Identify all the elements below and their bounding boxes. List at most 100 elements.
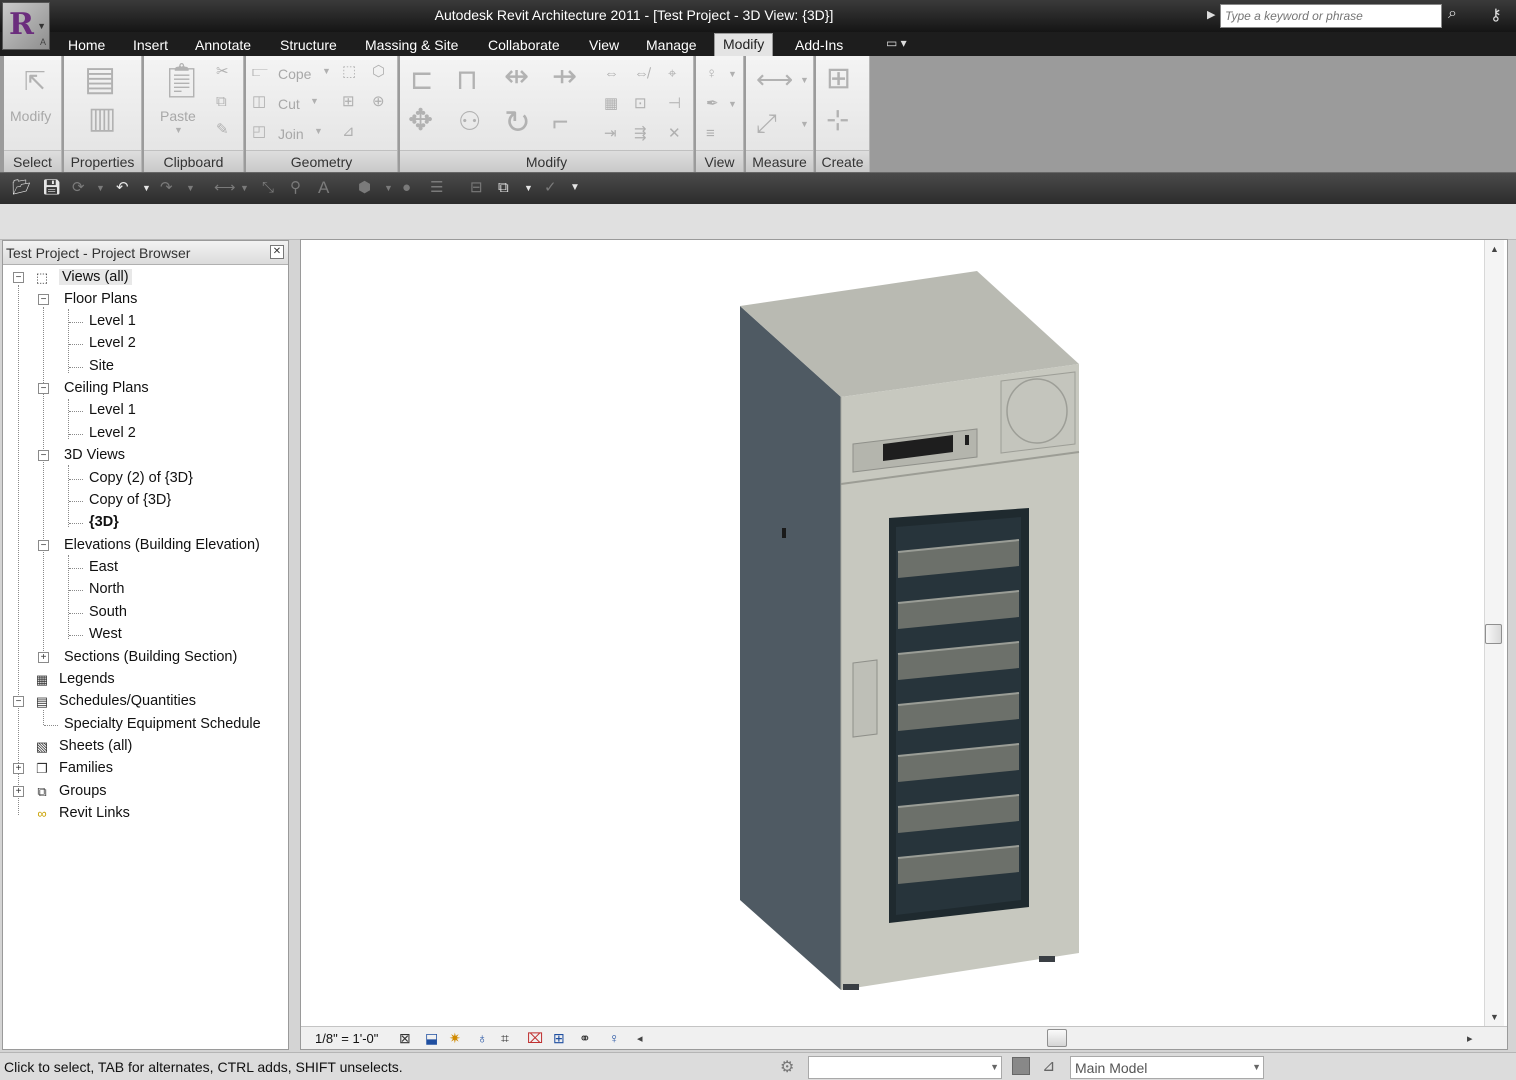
chevron-down-icon[interactable]: ▼	[142, 184, 151, 193]
offset-icon[interactable]: ⊓	[456, 66, 478, 94]
match-properties-icon[interactable]: ✎	[216, 122, 229, 137]
cabinet-model[interactable]	[301, 240, 1483, 1026]
temporary-hide-icon[interactable]: ⊞	[553, 1030, 565, 1047]
collapse-icon[interactable]: −	[13, 696, 24, 707]
wall-joins-icon[interactable]: ⊞	[342, 94, 355, 109]
panel-label-modify[interactable]: Modify	[400, 150, 693, 172]
tree-node-specialty-schedule[interactable]: Specialty Equipment Schedule	[3, 710, 283, 735]
expand-icon[interactable]: +	[38, 652, 49, 663]
design-option-dropdown[interactable]: Main Model ▼	[1070, 1056, 1264, 1079]
scroll-up-icon[interactable]: ▲	[1490, 244, 1499, 254]
save-icon[interactable]: 💾︎	[42, 180, 61, 195]
demolish-icon[interactable]: ⊕	[372, 94, 385, 109]
collapse-icon[interactable]: −	[38, 383, 49, 394]
collapse-icon[interactable]: −	[38, 450, 49, 461]
editable-only-icon[interactable]	[1012, 1057, 1030, 1075]
close-hidden-icon[interactable]: ⊟	[470, 180, 483, 195]
expand-icon[interactable]: +	[13, 763, 24, 774]
trim-single-icon[interactable]: ⇥	[604, 126, 617, 141]
linework-icon[interactable]: ✒	[706, 96, 719, 111]
tree-node-views-all[interactable]: − ⬚ Views (all)	[3, 267, 283, 288]
open-icon[interactable]: 📂︎	[12, 180, 31, 195]
tree-node-3d-copy[interactable]: Copy of {3D}	[3, 490, 283, 511]
modify-button[interactable]: Modify	[10, 108, 51, 124]
create-group-icon[interactable]: ⊹	[826, 106, 849, 134]
reveal-hidden-icon[interactable]: ⚭	[579, 1030, 591, 1047]
unpin-icon[interactable]: ⊣	[668, 96, 681, 111]
tree-node-north[interactable]: North	[3, 579, 283, 600]
chevron-down-icon[interactable]: ▼	[186, 184, 195, 193]
override-graphics-icon[interactable]: ≡	[706, 126, 715, 141]
customize-dropdown-icon[interactable]: ▼	[570, 183, 580, 193]
measure-qat-icon[interactable]: ⟷	[214, 180, 236, 195]
scroll-right-icon[interactable]: ▸	[1467, 1032, 1473, 1045]
tree-node-legends[interactable]: ▦ Legends	[3, 669, 283, 690]
dimension-icon[interactable]: ⤢	[756, 110, 777, 136]
collapse-icon[interactable]: −	[38, 294, 49, 305]
chevron-down-icon[interactable]: ▼	[524, 184, 533, 193]
view-scale[interactable]: 1/8" = 1'-0"	[315, 1031, 378, 1046]
hide-element-icon[interactable]: ♀	[706, 66, 717, 81]
shadows-icon[interactable]: ♁	[477, 1030, 488, 1046]
tree-node-3d-views[interactable]: − 3D Views	[3, 445, 283, 466]
expand-icon[interactable]: +	[13, 786, 24, 797]
measure-distance-icon[interactable]: ⟷	[756, 66, 793, 92]
panel-label-geometry[interactable]: Geometry	[246, 150, 397, 172]
scale-icon[interactable]: ⊡	[634, 96, 647, 111]
scroll-left-icon[interactable]: ◂	[637, 1032, 643, 1045]
thin-lines-icon[interactable]: ☰	[430, 180, 443, 195]
tree-node-south[interactable]: South	[3, 602, 283, 623]
tree-node-cp-level-1[interactable]: Level 1	[3, 400, 283, 421]
copy-element-icon[interactable]: ⚇	[458, 108, 481, 134]
tab-massing-site[interactable]: Massing & Site	[365, 35, 458, 56]
workset-dropdown[interactable]: ▼	[808, 1056, 1002, 1079]
tree-node-east[interactable]: East	[3, 557, 283, 578]
tree-node-fp-level-2[interactable]: Level 2	[3, 333, 283, 354]
sync-icon[interactable]: ⟳	[72, 180, 85, 195]
collapse-icon[interactable]: −	[13, 272, 24, 283]
hide-crop-icon[interactable]: ⌧	[527, 1030, 543, 1047]
paste-button[interactable]: Paste	[160, 108, 196, 124]
search-expand-icon[interactable]: ▶	[1207, 8, 1215, 21]
detail-level-icon[interactable]: ⊠	[399, 1030, 411, 1047]
move-icon[interactable]: ✥	[408, 106, 433, 136]
visual-style-icon[interactable]: ⬓	[425, 1030, 438, 1047]
tab-collaborate[interactable]: Collaborate	[488, 35, 560, 56]
mirror-axis-icon[interactable]: ⇹	[504, 62, 529, 92]
default-3d-icon[interactable]: ⬢	[358, 180, 371, 195]
redo-icon[interactable]: ↷	[160, 180, 173, 195]
3d-view-canvas[interactable]	[300, 239, 1508, 1050]
design-options-icon[interactable]: ⊿	[1042, 1056, 1055, 1076]
tree-node-sheets[interactable]: ▧ Sheets (all)	[3, 736, 283, 757]
sun-path-icon[interactable]: ✷	[449, 1030, 461, 1047]
aligned-dimension-icon[interactable]: ⤡	[262, 180, 274, 195]
tree-node-elevations[interactable]: − Elevations (Building Elevation)	[3, 535, 283, 556]
cut-clipboard-icon[interactable]: ✂	[216, 64, 229, 79]
tree-node-groups[interactable]: + ⧉ Groups	[3, 781, 283, 802]
tab-add-ins[interactable]: Add-Ins	[795, 35, 843, 56]
close-icon[interactable]: ✕	[270, 245, 284, 259]
search-input[interactable]	[1220, 4, 1442, 28]
customize-icon[interactable]: ✓	[544, 180, 557, 195]
tab-annotate[interactable]: Annotate	[195, 35, 251, 56]
array-icon[interactable]: ▦	[604, 96, 618, 111]
collapse-icon[interactable]: −	[38, 540, 49, 551]
mirror-draw-icon[interactable]: ⇸	[552, 62, 577, 92]
tree-node-floor-plans[interactable]: − Floor Plans	[3, 289, 283, 310]
panel-label-select[interactable]: Select	[4, 150, 61, 172]
align-icon[interactable]: ⊏	[410, 66, 433, 94]
trim-extend-icon[interactable]: ⌐	[552, 108, 568, 136]
tree-node-3d-main[interactable]: {3D}	[3, 512, 283, 533]
cursor-arrow-icon[interactable]: ⇱	[24, 68, 46, 94]
tree-node-families[interactable]: + ❐ Families	[3, 758, 283, 779]
vertical-scroll-thumb[interactable]	[1485, 624, 1502, 644]
tab-view[interactable]: View	[589, 35, 619, 56]
beam-join-icon[interactable]: ⊿	[342, 124, 355, 139]
undo-icon[interactable]: ↶	[116, 180, 129, 195]
crop-view-icon[interactable]: ⌗	[501, 1030, 509, 1047]
binoculars-icon[interactable]: ⌕	[1448, 5, 1457, 23]
tree-node-ceiling-plans[interactable]: − Ceiling Plans	[3, 378, 283, 399]
cope-button[interactable]: Cope	[278, 66, 311, 82]
panel-label-properties[interactable]: Properties	[64, 150, 141, 172]
copy-icon[interactable]: ⧉	[216, 94, 227, 109]
